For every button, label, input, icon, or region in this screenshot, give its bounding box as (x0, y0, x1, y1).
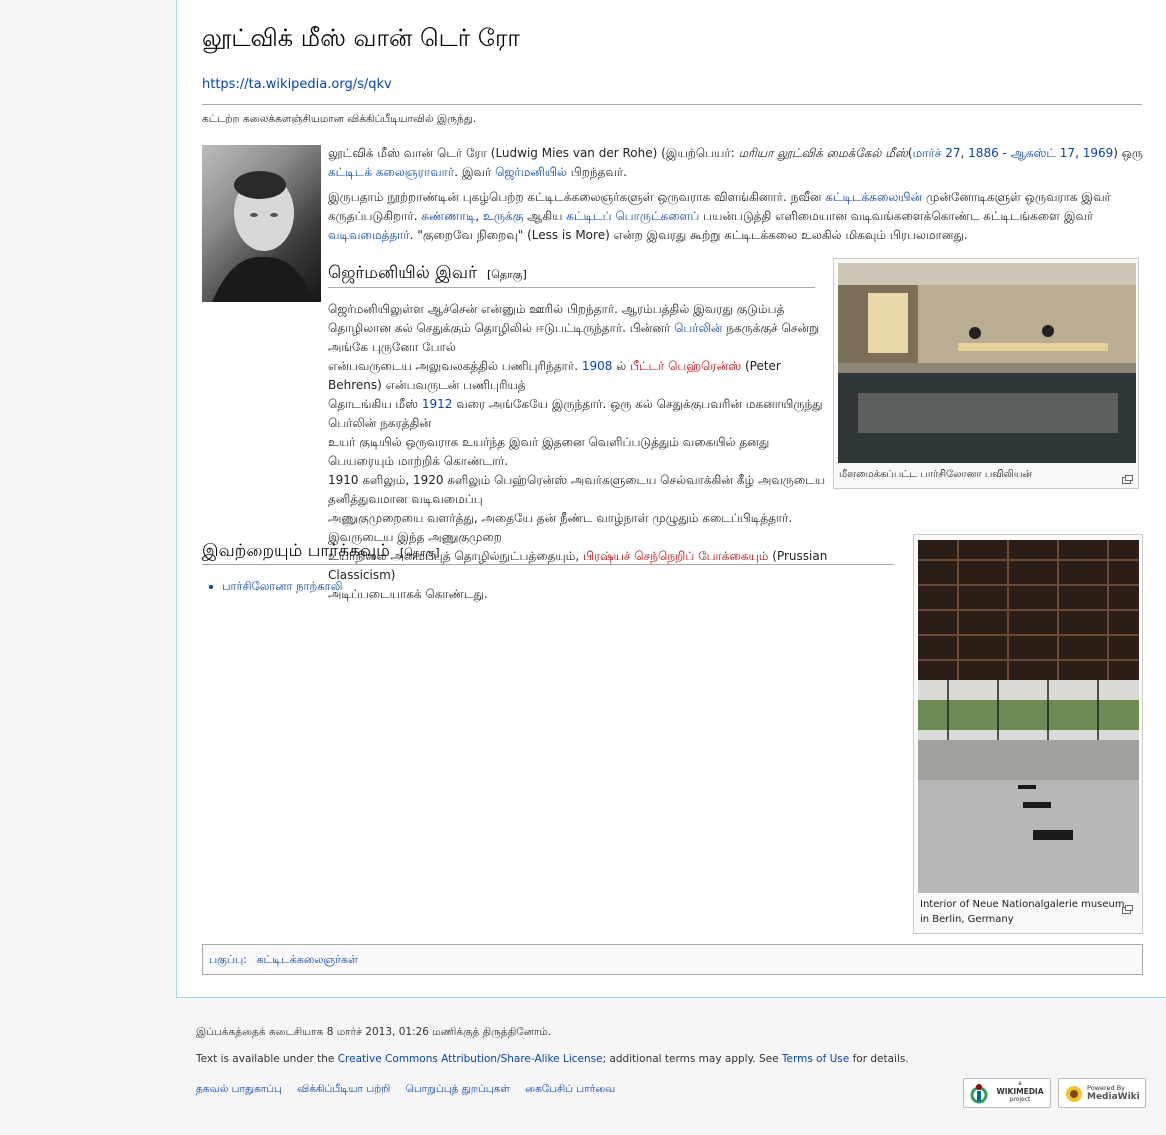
footer-license: Text is available under the Creative Com… (196, 1053, 909, 1065)
neue-nationalgalerie-caption: Interior of Neue Nationalgalerie museum … (920, 899, 1125, 925)
wikimedia-logo-icon (970, 1084, 988, 1104)
wikimedia-project-badge[interactable]: a WIKIMEDIA project (963, 1078, 1051, 1108)
section-divider-germany (328, 287, 815, 288)
mediawiki-sunflower-icon (1066, 1086, 1082, 1102)
redlink-peter-behrens[interactable]: பீட்டர் பெஹ்ரென்ஸ் (630, 359, 741, 373)
link-germany[interactable]: ஜெர்மனியில் (495, 165, 567, 179)
section-heading-see-also: இவற்றையும் பார்க்கவும் [தொகு] (202, 541, 440, 561)
link-1908[interactable]: 1908 (582, 359, 613, 373)
edit-section-germany[interactable]: [தொகு] (487, 268, 527, 281)
birth-name: மரியா லூட்விக் மைக்கேல் மீஸ் (738, 146, 908, 160)
link-architect[interactable]: கட்டிடக் கலைஞராவார் (328, 165, 454, 179)
link-1969[interactable]: 1969 (1083, 146, 1114, 160)
redlink-prussian-classicism[interactable]: பிரஷ்யச் செந்நெறிப் போக்கையும் (583, 549, 768, 563)
title-divider (202, 104, 1142, 105)
thumb-neue-nationalgalerie: Interior of Neue Nationalgalerie museum … (913, 534, 1143, 934)
powered-by-mediawiki-badge[interactable]: Powered By MediaWiki (1058, 1078, 1146, 1108)
section-divider-see-also (202, 564, 894, 565)
thumb-pavilion: மீளமைக்கப்பட்ட பார்சிலோனா பவிலியன் (833, 258, 1139, 489)
section-heading-germany: ஜெர்மனியில் இவர் [தொகு] (328, 263, 527, 283)
link-1912[interactable]: 1912 (422, 397, 453, 411)
link-barcelona-chair[interactable]: பார்சிலோனா நாற்காலி (222, 579, 342, 593)
link-1886[interactable]: 1886 (968, 146, 999, 160)
portrait-image[interactable] (202, 145, 321, 302)
categories-label-link[interactable]: பகுப்பு: (209, 953, 247, 966)
content-area: லூட்விக் மீஸ் வான் டெர் ரோ https://ta.wi… (176, 0, 1166, 998)
category-architects-link[interactable]: கட்டிடக்கலைஞர்கள் (256, 953, 357, 966)
link-building-materials[interactable]: கட்டிடப் பொருட்களைப் (566, 209, 699, 223)
footer-privacy-link[interactable]: தகவல் பாதுகாப்பு (196, 1083, 282, 1095)
intro-paragraph-2: இருபதாம் நூற்றாண்டின் புகழ்பெற்ற கட்டிடக… (328, 190, 1111, 242)
site-tagline: கட்டற்ற கலைக்களஞ்சியமான விக்கிப்பீடியாவி… (202, 113, 477, 125)
edit-section-see-also[interactable]: [தொகு] (400, 546, 440, 559)
link-glass[interactable]: கண்ணாடி (421, 209, 475, 223)
pavilion-caption: மீளமைக்கப்பட்ட பார்சிலோனா பவிலியன் (839, 469, 1033, 480)
see-also-list: பார்சிலோனா நாற்காலி (209, 579, 342, 595)
pavilion-image[interactable] (838, 263, 1136, 463)
list-item: பார்சிலோனா நாற்காலி (209, 579, 342, 595)
neue-nationalgalerie-image[interactable] (918, 540, 1139, 893)
footer-places: தகவல் பாதுகாப்பு விக்கிப்பீடியா பற்றி பொ… (196, 1083, 627, 1096)
link-steel[interactable]: உருக்கு (483, 209, 523, 223)
magnify-clip-icon[interactable] (1122, 899, 1133, 914)
link-august-17[interactable]: ஆகஸ்ட் 17 (1011, 146, 1075, 160)
link-designed[interactable]: வடிவமைத்தார் (328, 228, 410, 242)
footer-mobile-view-link[interactable]: கைபேசிப் பார்வை (525, 1083, 615, 1095)
footer-last-modified: இப்பக்கத்தைக் கடைசியாக 8 மார்ச் 2013, 01… (196, 1026, 552, 1038)
short-url-link[interactable]: https://ta.wikipedia.org/s/qkv (202, 77, 392, 92)
footer-disclaimers-link[interactable]: பொறுப்புத் துறப்புகள் (406, 1083, 510, 1095)
page-title: லூட்விக் மீஸ் வான் டெர் ரோ (202, 24, 520, 52)
link-berlin[interactable]: பெர்லின் (674, 321, 722, 335)
license-link[interactable]: Creative Commons Attribution/Share-Alike… (338, 1053, 603, 1065)
link-architecture[interactable]: கட்டிடக்கலையின் (825, 190, 922, 204)
link-march-27[interactable]: மார்ச் 27 (913, 146, 961, 160)
terms-of-use-link[interactable]: Terms of Use (782, 1053, 849, 1065)
footer-about-link[interactable]: விக்கிப்பீடியா பற்றி (297, 1083, 390, 1095)
magnify-clip-icon[interactable] (1122, 469, 1133, 484)
intro-paragraph-1: லூட்விக் மீஸ் வான் டெர் ரோ (Ludwig Mies … (328, 146, 1143, 179)
category-links: பகுப்பு: கட்டிடக்கலைஞர்கள் (202, 944, 1143, 975)
